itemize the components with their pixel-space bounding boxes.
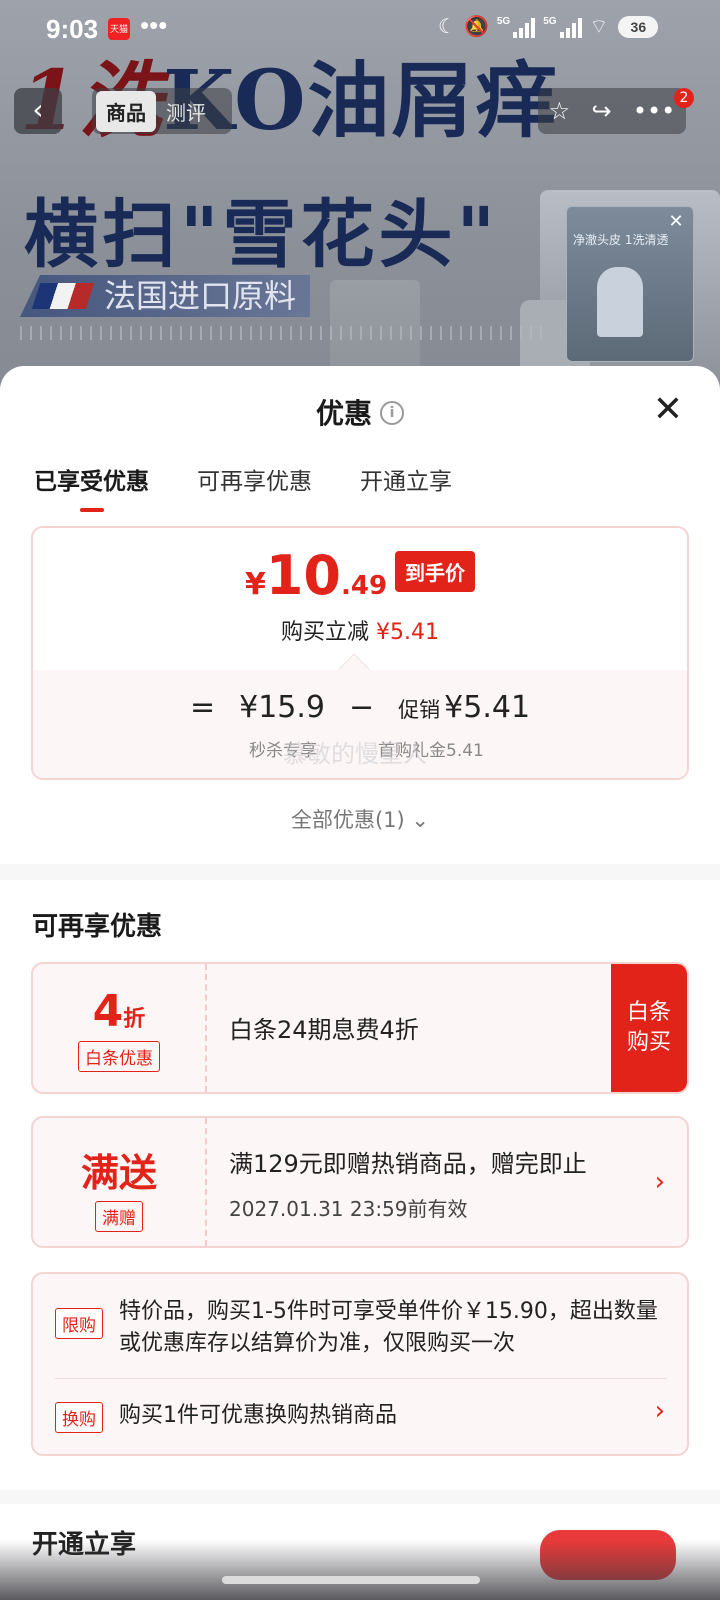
ad-ruler — [20, 326, 550, 340]
top-actions: ☆ ↪ ••• — [538, 88, 686, 134]
coupon-body: 白条24期息费4折 — [229, 964, 617, 1092]
message-badge: 2 — [674, 88, 694, 108]
coupon-tag: 白条优惠 — [78, 1041, 160, 1072]
tmall-app-icon: 天猫 — [108, 18, 130, 40]
ad-headline-2: 横扫"雪花头" — [24, 192, 500, 278]
coupon-baitiao[interactable]: 4折 白条优惠 白条24期息费4折 白条 购买 — [31, 962, 689, 1094]
signal-1-icon: 5G — [497, 16, 536, 38]
final-price: ¥10.49 到手价 — [33, 544, 687, 607]
tab-review[interactable]: 测评 — [156, 91, 216, 132]
coupon-expiry: 2027.01.31 23:59前有效 — [229, 1197, 468, 1221]
status-time: 9:03 — [46, 14, 99, 44]
more-icon[interactable]: ••• — [633, 97, 675, 125]
reduce-line: 购买立减 ¥5.41 — [281, 620, 439, 645]
coupon-text: 白条24期息费4折 — [229, 1016, 419, 1044]
video-person-figure — [597, 267, 643, 337]
minus-sign: − — [349, 690, 375, 725]
wifi-icon: ⌔ — [589, 16, 609, 38]
coupon-body: 满129元即赠热销商品，赠完即止 2027.01.31 23:59前有效 — [229, 1118, 617, 1246]
coupon-tag: 满赠 — [95, 1201, 143, 1232]
coupon-gift-title: 满送 — [80, 1151, 157, 1195]
favorite-star-icon[interactable]: ☆ — [549, 97, 571, 125]
tab-product[interactable]: 商品 — [96, 90, 156, 132]
purchase-rules: 限购 特价品，购买1-5件时可享受单件价￥15.90，超出数量或优惠库存以结算价… — [31, 1272, 689, 1456]
coupon-gift[interactable]: 满送 满赠 满129元即赠热销商品，赠完即止 2027.01.31 23:59前… — [31, 1116, 689, 1248]
promo-amount: ¥5.41 — [444, 690, 531, 725]
rule-separator — [55, 1378, 667, 1379]
battery-icon: 36 — [618, 15, 659, 38]
section-divider-2 — [0, 1490, 720, 1504]
video-caption: 净澈头皮 1洗清透 — [573, 233, 669, 247]
section-divider — [0, 864, 720, 880]
sheet-title: 优惠 i — [0, 392, 720, 432]
discount-sheet: 优惠 i ✕ 已享受优惠 可再享优惠 开通立享 ¥10.49 到手价 购买立减 ¥5… — [0, 366, 720, 1600]
tab-more-offers[interactable]: 可再享优惠 — [197, 462, 312, 496]
back-button[interactable]: ‹ — [14, 88, 62, 134]
watermark: 慕敏的慢星人 — [283, 740, 427, 768]
rule-tag-limit: 限购 — [55, 1308, 103, 1339]
tab-enjoyed[interactable]: 已享受优惠 — [34, 462, 149, 496]
info-icon[interactable]: i — [380, 401, 404, 425]
tab-activate[interactable]: 开通立享 — [360, 462, 452, 496]
floating-video[interactable]: ✕ 净澈头皮 1洗清透 — [566, 206, 694, 362]
rule-text-limit: 特价品，购买1-5件时可享受单件价￥15.90，超出数量或优惠库存以结算价为准，… — [119, 1299, 658, 1356]
coupon-discount: 4折 — [92, 986, 146, 1037]
final-price-tag: 到手价 — [395, 551, 476, 592]
chevron-right-icon: › — [654, 1396, 665, 1426]
home-indicator[interactable] — [0, 1540, 720, 1600]
coupon-left: 4折 白条优惠 — [33, 964, 207, 1092]
status-bar: 9:03 天猫 ••• ☾ 🔕 5G 5G ⌔ 36 — [0, 0, 720, 58]
baitiao-buy-button[interactable]: 白条 购买 — [611, 964, 687, 1092]
signal-2-icon: 5G — [543, 16, 582, 38]
equals-sign: = — [189, 690, 216, 725]
discount-tabs: 已享受优惠 可再享优惠 开通立享 — [34, 462, 452, 496]
share-icon[interactable]: ↪ — [591, 97, 611, 125]
base-price: ¥15.9 — [239, 690, 325, 725]
top-tabs: 商品 测评 — [92, 88, 232, 134]
price-breakdown: = ¥15.9− 促销 ¥5.41 秒杀专享 首购礼金5.41 慕敏的慢星人 — [33, 670, 687, 778]
chevron-down-icon: ⌄ — [411, 808, 430, 832]
promo-label: 促销 — [398, 698, 441, 722]
mute-icon: 🔕 — [463, 16, 489, 38]
all-offers-toggle[interactable]: 全部优惠(1) ⌄ — [0, 804, 720, 834]
status-icons: ☾ 🔕 5G 5G ⌔ 36 — [438, 14, 659, 39]
dnd-moon-icon: ☾ — [438, 16, 456, 38]
rule-text-exchange: 购买1件可优惠换购热销商品 — [119, 1403, 397, 1428]
close-button[interactable]: ✕ — [648, 390, 688, 430]
france-flag-icon — [31, 283, 95, 309]
coupon-left: 满送 满赠 — [33, 1118, 207, 1246]
rule-tag-exchange: 换购 — [55, 1402, 103, 1433]
status-overflow-icon: ••• — [140, 10, 168, 40]
video-close-icon[interactable]: ✕ — [665, 211, 687, 233]
chevron-right-icon: › — [654, 1167, 665, 1197]
section-title: 可再享优惠 — [32, 912, 163, 942]
price-card: ¥10.49 到手价 购买立减 ¥5.41 = ¥15.9− 促销 ¥5.41 秒杀专享… — [31, 526, 689, 780]
coupon-text: 满129元即赠热销商品，赠完即止 — [229, 1150, 587, 1178]
